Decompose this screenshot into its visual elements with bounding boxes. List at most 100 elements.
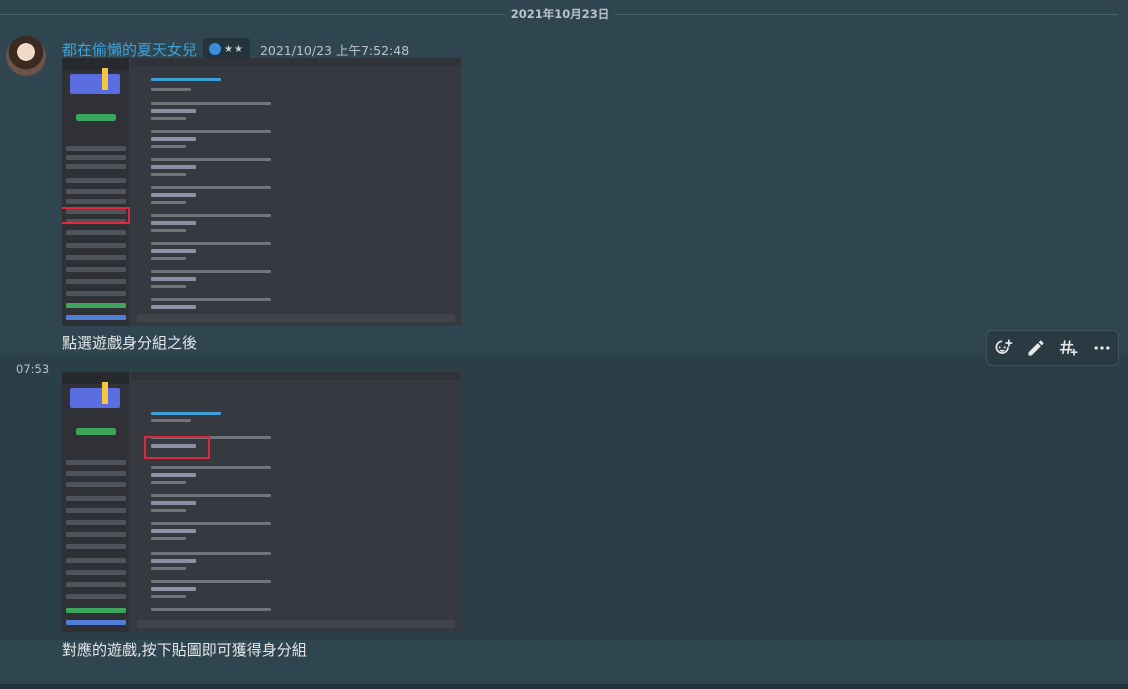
screenshot-text-line bbox=[151, 494, 271, 497]
screenshot-sidebar-header bbox=[62, 372, 129, 384]
screenshot-channel bbox=[66, 460, 126, 465]
screenshot-voice-status bbox=[66, 303, 126, 308]
screenshot-emoji-row bbox=[151, 473, 196, 477]
divider-date: 2021年10月23日 bbox=[510, 7, 610, 21]
screenshot-text-line bbox=[151, 257, 186, 260]
attachment-image-2[interactable] bbox=[62, 372, 461, 632]
screenshot-emoji-row bbox=[151, 109, 196, 113]
screenshot-text-line bbox=[151, 158, 271, 161]
screenshot-text-line bbox=[151, 201, 186, 204]
create-thread-button[interactable] bbox=[1057, 336, 1081, 360]
screenshot-promo-arrow bbox=[102, 68, 108, 90]
screenshot-text-line bbox=[151, 595, 186, 598]
create-thread-icon bbox=[1059, 340, 1078, 356]
message-2: 07:53 對應的遊戲,按下貼圖即可獲得身分組 bbox=[0, 355, 1128, 659]
divider-line-right bbox=[615, 14, 1118, 15]
screenshot-voice-status bbox=[66, 608, 126, 613]
screenshot-text-line bbox=[151, 117, 186, 120]
screenshot-text-line bbox=[151, 608, 271, 611]
screenshot-emoji-row bbox=[151, 221, 196, 225]
badge-dot-icon bbox=[209, 43, 222, 55]
screenshot-text-line bbox=[151, 270, 271, 273]
screenshot-channel bbox=[66, 558, 126, 563]
screenshot-text-line bbox=[151, 412, 221, 415]
screenshot-text-line bbox=[151, 567, 186, 570]
screenshot-sidebar bbox=[62, 58, 129, 326]
screenshot-channel bbox=[66, 199, 126, 204]
screenshot-promo-graphic bbox=[70, 388, 120, 408]
screenshot-text-line bbox=[151, 229, 186, 232]
avatar[interactable] bbox=[6, 36, 46, 76]
username[interactable]: 都在偷懶的夏天女兒 bbox=[62, 39, 197, 60]
message-short-time: 07:53 bbox=[16, 362, 50, 376]
screenshot-promo-graphic bbox=[70, 74, 120, 94]
screenshot-text-line bbox=[151, 145, 186, 148]
screenshot-emoji-row bbox=[151, 305, 196, 309]
screenshot-text-line bbox=[151, 419, 191, 422]
screenshot-channel bbox=[66, 267, 126, 272]
screenshot-text-line bbox=[151, 242, 271, 245]
screenshot-channel bbox=[66, 164, 126, 169]
message-timestamp: 2021/10/23 上午7:52:48 bbox=[259, 42, 410, 58]
screenshot-emoji-row bbox=[151, 501, 196, 505]
screenshot-channel bbox=[66, 255, 126, 260]
user-badge[interactable]: ★★ bbox=[203, 38, 250, 60]
attachment-image-1[interactable] bbox=[62, 58, 461, 326]
screenshot-text-line bbox=[151, 580, 271, 583]
screenshot-text-line bbox=[151, 130, 271, 133]
screenshot-text-line bbox=[151, 552, 271, 555]
screenshot-emoji-row bbox=[151, 249, 196, 253]
highlight-box bbox=[62, 207, 130, 224]
screenshot-user-panel bbox=[66, 620, 126, 625]
screenshot-channel bbox=[66, 520, 126, 525]
screenshot-channel bbox=[66, 230, 126, 235]
screenshot-channel bbox=[66, 544, 126, 549]
screenshot-text-line bbox=[151, 214, 271, 217]
message-1: 都在偷懶的夏天女兒 ★★ 2021/10/23 上午7:52:48 點選遊戲身分… bbox=[0, 28, 1128, 353]
screenshot-channel bbox=[66, 508, 126, 513]
more-options-button[interactable] bbox=[1090, 336, 1114, 360]
screenshot-emoji-row bbox=[151, 193, 196, 197]
screenshot-text-line bbox=[151, 537, 186, 540]
screenshot-channel bbox=[66, 291, 126, 296]
edit-button[interactable] bbox=[1024, 336, 1048, 360]
screenshot-text-line bbox=[151, 298, 271, 301]
screenshot-emoji-row bbox=[151, 587, 196, 591]
screenshot-channel bbox=[66, 582, 126, 587]
screenshot-user-panel bbox=[66, 315, 126, 320]
screenshot-topbar bbox=[131, 58, 461, 66]
screenshot-main bbox=[131, 372, 461, 632]
screenshot-text-line bbox=[151, 285, 186, 288]
screenshot-channel bbox=[66, 189, 126, 194]
screenshot-emoji-row bbox=[151, 137, 196, 141]
screenshot-text-line bbox=[151, 522, 271, 525]
message-text: 點選遊戲身分組之後 bbox=[62, 334, 198, 352]
date-divider: 2021年10月23日 bbox=[0, 4, 1118, 24]
screenshot-channel bbox=[66, 471, 126, 476]
message-action-toolbar bbox=[986, 330, 1119, 366]
screenshot-emoji-row bbox=[151, 165, 196, 169]
screenshot-text-line bbox=[151, 509, 186, 512]
screenshot-sidebar bbox=[62, 372, 129, 632]
screenshot-text-line bbox=[151, 88, 191, 91]
screenshot-input-bar bbox=[137, 314, 455, 322]
screenshot-channel bbox=[66, 146, 126, 151]
screenshot-text-line bbox=[151, 102, 271, 105]
screenshot-input-bar bbox=[137, 620, 455, 628]
add-reaction-button[interactable] bbox=[991, 336, 1015, 360]
message-text: 對應的遊戲,按下貼圖即可獲得身分組 bbox=[62, 641, 307, 659]
edit-icon bbox=[1028, 340, 1044, 356]
screenshot-channel bbox=[66, 243, 126, 248]
screenshot-channel bbox=[66, 178, 126, 183]
screenshot-emoji-row bbox=[151, 529, 196, 533]
highlight-box bbox=[144, 436, 210, 459]
screenshot-channel bbox=[66, 496, 126, 501]
screenshot-promo-button bbox=[76, 114, 116, 121]
screenshot-channel bbox=[66, 594, 126, 599]
screenshot-text-line bbox=[151, 466, 271, 469]
screenshot-channel bbox=[66, 570, 126, 575]
screenshot-text-line bbox=[151, 173, 186, 176]
screenshot-emoji-row bbox=[151, 559, 196, 563]
screenshot-text-line bbox=[151, 186, 271, 189]
divider-line-left bbox=[0, 14, 505, 15]
